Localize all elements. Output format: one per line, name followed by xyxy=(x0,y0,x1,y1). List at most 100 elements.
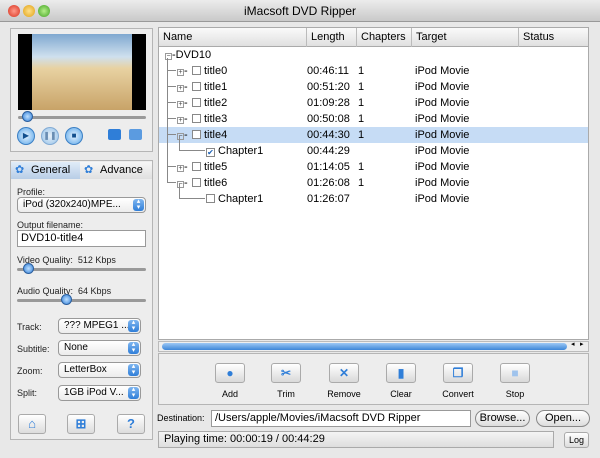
cart-icon: ⊞ xyxy=(75,416,87,431)
column-name[interactable]: Name xyxy=(159,28,307,47)
convert-label: Convert xyxy=(442,389,474,399)
output-filename-input[interactable]: DVD10-title4 xyxy=(17,230,146,247)
title-row[interactable]: +- title1 00:51:20 1 iPod Movie xyxy=(159,79,588,95)
row-name: Chapter1 xyxy=(218,193,264,205)
horizontal-scrollbar[interactable]: ◂ ▸ xyxy=(158,341,589,352)
help-button[interactable]: ? xyxy=(117,414,145,434)
audio-quality-slider[interactable] xyxy=(17,299,146,302)
title-row[interactable]: −- title6 01:26:08 1 iPod Movie xyxy=(159,175,588,191)
scroll-right-icon[interactable]: ▸ xyxy=(580,340,584,348)
stop-button[interactable]: ■ xyxy=(500,363,530,383)
checkbox[interactable] xyxy=(192,66,201,75)
video-quality-slider[interactable] xyxy=(17,268,146,271)
scroll-left-icon[interactable]: ◂ xyxy=(571,340,575,348)
profile-select[interactable]: iPod (320x240)MPE... ▴ ▾ xyxy=(17,197,146,213)
column-target[interactable]: Target xyxy=(412,28,519,47)
row-name: title4 xyxy=(204,129,228,141)
checkbox[interactable] xyxy=(206,194,215,203)
row-chapters: 1 xyxy=(358,97,365,109)
clear-button[interactable]: ▮ xyxy=(386,363,416,383)
expand-icon[interactable]: + xyxy=(177,165,184,172)
checkbox[interactable] xyxy=(192,82,201,91)
subtitle-select[interactable]: None ▴ ▾ xyxy=(58,340,141,356)
add-label: Add xyxy=(221,389,238,399)
title-row[interactable]: +- title2 01:09:28 1 iPod Movie xyxy=(159,95,588,111)
gear-icon: ✿ xyxy=(15,164,25,176)
tree-root[interactable]: −-DVD10 xyxy=(159,47,588,63)
checkbox[interactable] xyxy=(192,98,201,107)
column-status[interactable]: Status xyxy=(519,28,588,47)
row-target: iPod Movie xyxy=(415,81,470,93)
minimize-button[interactable] xyxy=(23,5,35,17)
browse-button[interactable]: Browse... xyxy=(475,410,530,427)
chevron-updown-icon: ▴ ▾ xyxy=(128,363,139,376)
zoom-button[interactable] xyxy=(38,5,50,17)
destination-input[interactable]: /Users/apple/Movies/iMacsoft DVD Ripper xyxy=(211,410,471,427)
remove-button[interactable]: ✕ xyxy=(329,363,359,383)
pause-button[interactable]: ❚❚ xyxy=(41,127,59,145)
title-row[interactable]: +- title0 00:46:11 1 iPod Movie xyxy=(159,63,588,79)
title-row[interactable]: +- title3 00:50:08 1 iPod Movie xyxy=(159,111,588,127)
profile-label: Profile: xyxy=(17,187,46,197)
stop-label: Stop xyxy=(505,389,525,399)
chevron-updown-icon: ▴ ▾ xyxy=(128,386,139,399)
track-select[interactable]: ??? MPEG1 ... ▴ ▾ xyxy=(58,318,141,334)
chapter-row[interactable]: Chapter1 01:26:07 iPod Movie xyxy=(159,183,588,207)
column-length[interactable]: Length xyxy=(307,28,357,47)
gear-plus-icon: ✿ xyxy=(84,164,94,176)
video-preview xyxy=(18,34,146,110)
trim-button[interactable]: ✂ xyxy=(271,363,301,383)
row-name: title3 xyxy=(204,113,228,125)
zoom-label: Zoom: xyxy=(17,366,43,376)
row-target: iPod Movie xyxy=(415,161,470,173)
expand-icon[interactable]: + xyxy=(177,85,184,92)
buy-button[interactable]: ⊞ xyxy=(67,414,95,434)
expand-icon[interactable]: + xyxy=(177,117,184,124)
row-target: iPod Movie xyxy=(415,97,470,109)
trim-label: Trim xyxy=(277,389,295,399)
playback-slider[interactable] xyxy=(18,116,146,119)
expand-icon[interactable]: + xyxy=(177,101,184,108)
row-name: Chapter1 xyxy=(218,145,264,157)
row-length: 00:44:30 xyxy=(307,129,350,141)
playback-slider-thumb[interactable] xyxy=(21,111,33,122)
tree-line xyxy=(167,70,176,71)
table-header: Name Length Chapters Target Status xyxy=(159,28,588,47)
open-button[interactable]: Open... xyxy=(536,410,590,427)
scrollbar-thumb[interactable] xyxy=(162,343,567,350)
audio-quality-thumb[interactable] xyxy=(60,294,72,305)
row-chapters: 1 xyxy=(358,129,365,141)
play-button[interactable]: ▶ xyxy=(17,127,35,145)
title-row[interactable]: −- title4 00:44:30 1 iPod Movie xyxy=(159,127,588,143)
chapter-row[interactable]: ✔ Chapter1 00:44:29 iPod Movie xyxy=(159,135,588,159)
convert-button[interactable]: ❐ xyxy=(443,363,473,383)
tab-advance[interactable]: ✿ Advance xyxy=(80,162,152,179)
title-row[interactable]: +- title5 01:14:05 1 iPod Movie xyxy=(159,159,588,175)
snapshot-folder-icon[interactable] xyxy=(129,129,142,140)
chevron-updown-icon: ▴ ▾ xyxy=(128,319,139,332)
checkbox[interactable] xyxy=(192,162,201,171)
row-length: 00:51:20 xyxy=(307,81,350,93)
column-chapters[interactable]: Chapters xyxy=(357,28,412,47)
row-length: 01:09:28 xyxy=(307,97,350,109)
checkbox[interactable] xyxy=(192,114,201,123)
row-chapters: 1 xyxy=(358,65,365,77)
close-button[interactable] xyxy=(8,5,20,17)
stop-button[interactable]: ■ xyxy=(65,127,83,145)
split-select[interactable]: 1GB iPod V... ▴ ▾ xyxy=(58,385,141,401)
video-quality-thumb[interactable] xyxy=(22,263,34,274)
expand-icon[interactable]: + xyxy=(177,69,184,76)
zoom-select[interactable]: LetterBox ▴ ▾ xyxy=(58,362,141,378)
row-target: iPod Movie xyxy=(415,129,470,141)
row-target: iPod Movie xyxy=(415,193,470,205)
title-list: Name Length Chapters Target Status −-DVD… xyxy=(158,27,589,340)
log-button[interactable]: Log xyxy=(564,432,589,448)
home-button[interactable]: ⌂ xyxy=(18,414,46,434)
snapshot-icon[interactable] xyxy=(108,129,121,140)
disc-icon: ● xyxy=(226,366,234,380)
row-length: 00:50:08 xyxy=(307,113,350,125)
tab-general[interactable]: ✿ General xyxy=(11,162,80,179)
tree-line xyxy=(167,86,176,87)
checkbox[interactable]: ✔ xyxy=(206,148,215,157)
add-button[interactable]: ● xyxy=(215,363,245,383)
